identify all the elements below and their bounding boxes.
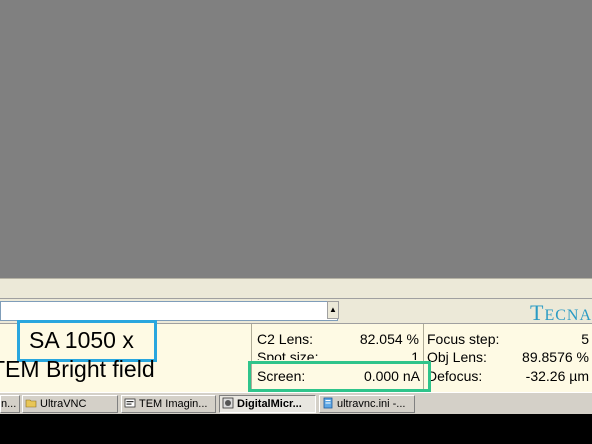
- c2-lens-label: C2 Lens:: [257, 331, 314, 347]
- magnification-value: SA 1050 x: [29, 327, 134, 353]
- defocus-label: Defocus:: [427, 368, 483, 384]
- screen-border: [0, 414, 592, 444]
- brand-logo: TECNA: [530, 300, 592, 325]
- microscope-icon: [222, 397, 234, 409]
- taskbar-item-ultravnc-ini[interactable]: ultravnc.ini -...: [319, 395, 415, 413]
- taskbar-item-window[interactable]: n...: [0, 395, 20, 413]
- imaging-mode: TEM Bright field: [0, 356, 155, 382]
- defocus-value: -32.26 µm: [525, 368, 589, 384]
- folder-icon: [25, 399, 37, 408]
- taskbar: n... UltraVNC TEM Imagin... DigitalMicr.…: [0, 392, 592, 414]
- screen-current-highlight: [248, 361, 431, 392]
- focus-step-label: Focus step:: [427, 331, 500, 347]
- dropdown-arrow-button[interactable]: ▲: [327, 301, 339, 319]
- focus-step-value: 5: [581, 331, 589, 347]
- notepad-icon: [323, 397, 333, 409]
- taskbar-item-digitalmicrograph[interactable]: DigitalMicr...: [219, 395, 316, 413]
- taskbar-item-ultravnc[interactable]: UltraVNC: [22, 395, 118, 413]
- spot-size-label: Spot size:: [257, 349, 319, 360]
- obj-lens-label: Obj Lens:: [427, 349, 487, 365]
- desktop-area: [0, 0, 592, 278]
- taskbar-item-tem-imaging[interactable]: TEM Imagin...: [121, 395, 216, 413]
- obj-lens-value: 89.8576 %: [522, 349, 589, 365]
- app-icon: [124, 398, 136, 408]
- dropdown-field[interactable]: [0, 301, 338, 321]
- spot-size-value: 1: [411, 349, 419, 360]
- c2-lens-value: 82.054 %: [359, 331, 419, 347]
- window-separator: [0, 278, 592, 298]
